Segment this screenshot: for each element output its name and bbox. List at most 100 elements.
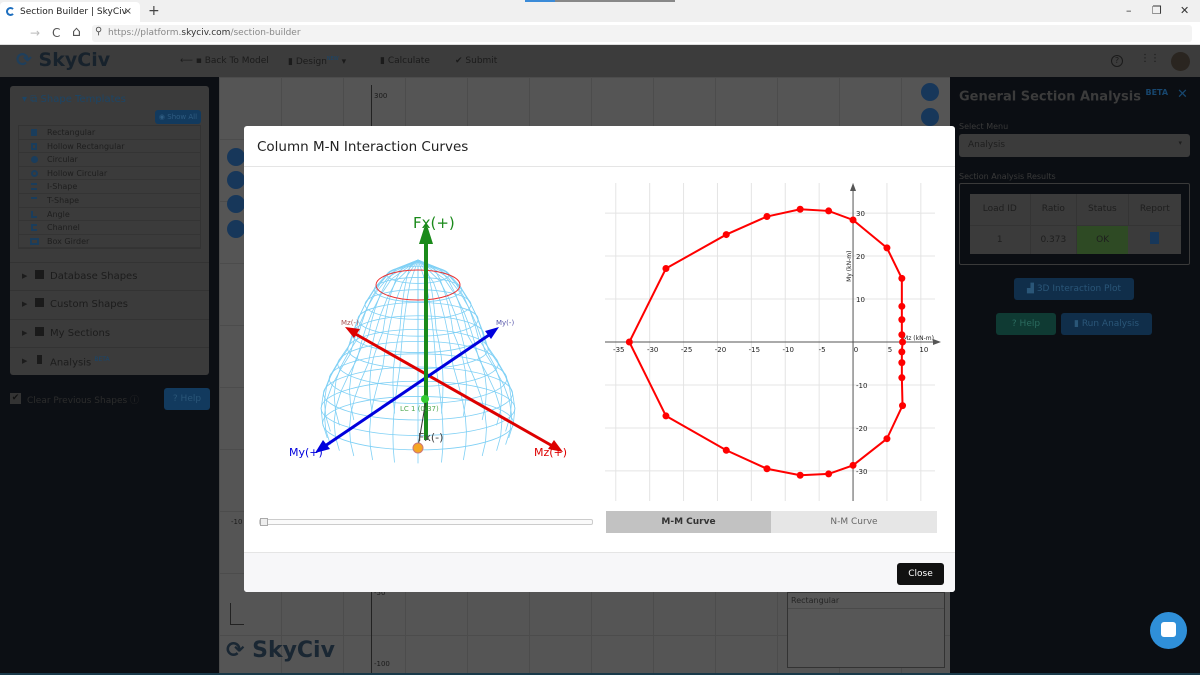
shape-label: Hollow Circular (47, 168, 108, 178)
curve-point[interactable] (898, 274, 906, 282)
load-point[interactable] (421, 395, 429, 403)
submit-button[interactable]: ✔ Submit (455, 56, 497, 66)
shape-item-hollow-rectangular[interactable]: Hollow Rectangular (19, 140, 200, 154)
curve-point[interactable] (662, 412, 670, 420)
canvas-tool-button[interactable] (227, 220, 245, 238)
canvas-grid-button[interactable] (227, 171, 245, 189)
plot-slider-track[interactable] (259, 518, 593, 526)
plot-slider-handle[interactable] (260, 518, 268, 526)
skyciv-logo[interactable]: ⟳ SkyCiv (16, 49, 110, 71)
curve-point[interactable] (796, 205, 804, 213)
3d-interaction-plot[interactable]: Fx(+) Fx(-) My(+) Mz(+) Mz(-) My(-) LC 1… (244, 167, 604, 507)
accordion-label: Database Shapes (50, 271, 138, 282)
header-ratio: Ratio (1030, 194, 1078, 225)
sidebar-help-button[interactable]: ? Help (164, 388, 210, 410)
close-button[interactable]: Close (897, 563, 944, 585)
shape-item-circular[interactable]: Circular (19, 153, 200, 167)
zoom-out-button[interactable] (921, 108, 939, 126)
document-icon[interactable] (1150, 232, 1160, 245)
chat-support-button[interactable] (1150, 612, 1187, 649)
tab-mm-curve[interactable]: M-M Curve (606, 511, 771, 533)
shape-label: Angle (47, 209, 70, 219)
canvas-tool-button[interactable] (227, 195, 245, 213)
maximize-button[interactable]: ❐ (1152, 4, 1162, 17)
curve-point[interactable] (662, 265, 670, 273)
curve-point[interactable] (722, 231, 730, 239)
curve-point[interactable] (898, 331, 906, 339)
curve-point[interactable] (898, 348, 906, 356)
home-icon[interactable]: ⌂ (72, 24, 81, 40)
show-all-button[interactable]: ◉ Show All (155, 110, 201, 124)
reload-icon[interactable]: C (52, 26, 60, 40)
clear-previous-label: Clear Previous Shapes ⓘ (27, 393, 139, 406)
curve-point[interactable] (825, 470, 833, 478)
shape-item-angle[interactable]: Angle (19, 208, 200, 222)
curve-point[interactable] (625, 338, 633, 346)
url-field[interactable]: ⚲ https://platform.skyciv.com/section-bui… (92, 25, 1192, 42)
select-menu-dropdown[interactable]: Analysis ▾ (959, 134, 1190, 157)
accordion-custom-shapes[interactable]: ▶ Custom Shapes (10, 290, 209, 319)
shapes-list-item[interactable]: Rectangular (788, 593, 944, 609)
curve-point[interactable] (898, 359, 906, 367)
shape-item-channel[interactable]: Channel (19, 221, 200, 235)
curve-point[interactable] (883, 244, 891, 252)
design-menu[interactable]: ▮ DesignNEW ▾ (288, 56, 346, 67)
zoom-in-button[interactable] (921, 83, 939, 101)
results-label: Section Analysis Results (959, 172, 1056, 181)
curve-point[interactable] (898, 302, 906, 310)
shape-item-i-shape[interactable]: I-Shape (19, 180, 200, 194)
3d-interaction-plot-button[interactable]: ▟ 3D Interaction Plot (1014, 278, 1134, 300)
panel-close-icon[interactable]: ✕ (1177, 87, 1188, 102)
curve-point[interactable] (899, 338, 907, 346)
browser-tab[interactable]: Section Builder | SkyCiv × (0, 2, 140, 22)
y-tick-label: 10 (856, 296, 865, 304)
curve-point[interactable] (898, 316, 906, 324)
accordion-analysis[interactable]: ▶ Analysis BETA (10, 347, 209, 376)
curve-point[interactable] (898, 374, 906, 382)
new-tab-button[interactable]: + (148, 3, 160, 19)
canvas-skyciv-logo: ⟳ SkyCiv (226, 638, 335, 663)
clear-previous-checkbox[interactable]: ✔ (10, 393, 21, 404)
curve-point[interactable] (763, 465, 771, 473)
i-shape-icon (31, 183, 37, 191)
clear-previous-text: Clear Previous Shapes (27, 396, 128, 406)
avatar[interactable] (1171, 52, 1190, 71)
help-icon[interactable]: ? (1111, 55, 1123, 67)
book-icon (35, 270, 44, 279)
forward-icon[interactable]: → (30, 26, 40, 40)
curve-point[interactable] (796, 471, 804, 479)
curve-point[interactable] (899, 402, 907, 410)
curve-point[interactable] (849, 216, 857, 224)
accordion-database-shapes[interactable]: ▶ Database Shapes (10, 262, 209, 291)
accordion-label: Analysis (50, 357, 92, 369)
back-to-model-button[interactable]: ⟵ ▪ Back To Model (180, 56, 269, 66)
curve-point[interactable] (825, 207, 833, 215)
canvas-tool-button[interactable] (227, 148, 245, 166)
shape-item-box-girder[interactable]: Box Girder (19, 235, 200, 249)
minimize-button[interactable]: – (1126, 4, 1132, 17)
accordion-my-sections[interactable]: ▶ My Sections (10, 319, 209, 348)
shape-templates-header[interactable]: ▾ ⧉ Shape Templates (22, 94, 126, 105)
right-panel (950, 77, 1200, 675)
shape-item-hollow-circular[interactable]: Hollow Circular (19, 167, 200, 181)
report-cell[interactable] (1128, 225, 1181, 254)
y-tick-label: 20 (856, 253, 865, 261)
calculate-button[interactable]: ▮ Calculate (380, 56, 430, 66)
apps-grid-icon[interactable]: ⋮⋮ (1140, 53, 1160, 64)
run-analysis-button[interactable]: ▮ Run Analysis (1061, 313, 1152, 335)
my-pos-label: My(+) (289, 446, 323, 459)
curve-point[interactable] (763, 213, 771, 221)
panel-help-button[interactable]: ? Help (996, 313, 1056, 335)
curve-point[interactable] (849, 461, 857, 469)
tab-close-icon[interactable]: × (124, 6, 132, 17)
url-prefix: https://platform. (108, 28, 182, 38)
curve-point[interactable] (722, 446, 730, 454)
shape-item-t-shape[interactable]: T-Shape (19, 194, 200, 208)
window-close-button[interactable]: ✕ (1180, 4, 1189, 17)
x-axis-label: Mz (kN-m) (903, 335, 934, 342)
tab-nm-curve[interactable]: N-M Curve (771, 511, 937, 533)
shape-item-rectangular[interactable]: Rectangular (19, 126, 200, 140)
hollow-circle-icon (31, 169, 38, 177)
curve-point[interactable] (883, 435, 891, 443)
select-value: Analysis (968, 140, 1006, 150)
